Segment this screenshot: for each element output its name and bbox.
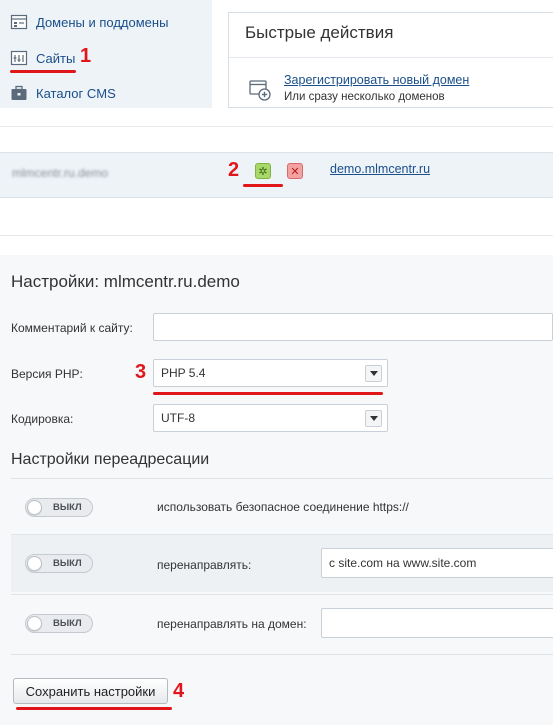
toggle-label: ВЫКЛ — [53, 558, 82, 569]
highlight-underline-1 — [10, 70, 76, 73]
step-marker-1: 1 — [80, 45, 92, 67]
step-marker-4: 4 — [173, 680, 185, 702]
step-marker-2: 2 — [228, 159, 240, 181]
add-domain-icon — [249, 79, 271, 101]
sidebar: Домены и поддомены Сайты 1 Каталог CMS — [0, 0, 212, 108]
divider — [0, 235, 553, 236]
sidebar-item-domains[interactable]: Домены и поддомены — [10, 11, 168, 33]
page-title: Настройки: mlmcentr.ru.demo — [11, 272, 240, 291]
redirect-label: перенаправлять на домен: — [157, 617, 307, 631]
php-version-select[interactable]: PHP 5.4 — [153, 359, 388, 387]
encoding-label: Кодировка: — [11, 412, 74, 426]
sidebar-item-sites[interactable]: Сайты — [10, 47, 75, 69]
gear-icon: ✲ — [258, 165, 268, 178]
register-domain-subtitle: Или сразу несколько доменов — [284, 91, 445, 103]
domain-redirect-toggle[interactable]: ВЫКЛ — [25, 614, 93, 633]
site-delete-button[interactable]: ✕ — [287, 163, 303, 179]
highlight-underline-3 — [153, 392, 383, 395]
register-domain-link[interactable]: Зарегистрировать новый домен — [284, 73, 469, 87]
encoding-select[interactable]: UTF-8 — [153, 404, 388, 432]
step-marker-3: 3 — [135, 361, 147, 383]
redirect-label: перенаправлять: — [157, 558, 252, 572]
cms-catalog-icon — [10, 84, 28, 102]
www-redirect-input[interactable]: с site.com на www.site.com — [321, 548, 553, 578]
sites-list-section: mlmcentr.ru.demo 2 ✲ ✕ demo.mlmcentr.ru — [0, 126, 553, 236]
save-settings-button[interactable]: Сохранить настройки — [13, 678, 168, 704]
redirect-settings-title: Настройки переадресации — [11, 451, 210, 468]
sidebar-item-label: Каталог CMS — [36, 85, 116, 101]
quick-actions-panel: Быстрые действия Зарегистрировать новый … — [228, 12, 553, 108]
top-section: Домены и поддомены Сайты 1 Каталог CMS Б… — [0, 0, 553, 108]
encoding-value: UTF-8 — [161, 411, 195, 425]
php-version-value: PHP 5.4 — [161, 366, 206, 380]
quick-actions-title: Быстрые действия — [245, 23, 394, 42]
chevron-down-icon — [365, 410, 382, 427]
toggle-knob — [27, 556, 42, 571]
comment-label: Комментарий к сайту: — [11, 321, 133, 335]
toggle-label: ВЫКЛ — [53, 618, 82, 629]
sidebar-item-cms-catalog[interactable]: Каталог CMS — [10, 82, 116, 104]
https-toggle[interactable]: ВЫКЛ — [25, 498, 93, 517]
php-version-label: Версия PHP: — [11, 367, 83, 381]
toggle-label: ВЫКЛ — [53, 502, 82, 513]
sidebar-item-label: Домены и поддомены — [36, 14, 169, 30]
redirect-label: использовать безопасное соединение https… — [157, 500, 409, 514]
comment-input[interactable] — [153, 313, 553, 341]
table-row: mlmcentr.ru.demo 2 ✲ ✕ demo.mlmcentr.ru — [0, 152, 553, 198]
site-settings-section: Настройки: mlmcentr.ru.demo Комментарий … — [0, 255, 553, 725]
www-redirect-toggle[interactable]: ВЫКЛ — [25, 554, 93, 573]
redirect-row-www: ВЫКЛ перенаправлять: с site.com на www.s… — [11, 534, 553, 592]
domains-icon — [10, 13, 28, 31]
site-domain-link[interactable]: demo.mlmcentr.ru — [330, 162, 430, 176]
redirect-row-domain: ВЫКЛ перенаправлять на домен: — [11, 594, 553, 652]
highlight-underline-4 — [16, 707, 172, 710]
divider — [11, 654, 553, 655]
redirect-row-https: ВЫКЛ использовать безопасное соединение … — [11, 478, 553, 536]
toggle-knob — [27, 616, 42, 631]
site-settings-button[interactable]: ✲ — [255, 163, 271, 179]
divider — [229, 57, 553, 58]
sites-icon — [10, 49, 28, 67]
site-name: mlmcentr.ru.demo — [12, 166, 109, 180]
chevron-down-icon — [365, 365, 382, 382]
sidebar-item-label: Сайты — [36, 50, 76, 66]
highlight-underline-2 — [243, 184, 283, 187]
domain-redirect-input[interactable] — [321, 608, 553, 638]
close-icon: ✕ — [290, 165, 300, 178]
toggle-knob — [27, 500, 42, 515]
